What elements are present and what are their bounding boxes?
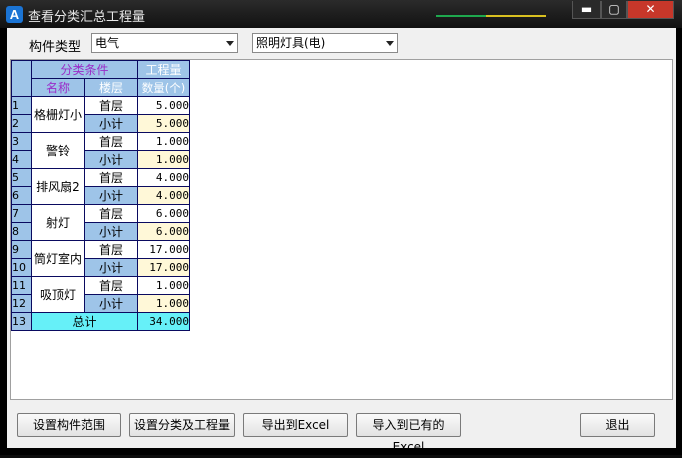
category-dropdown[interactable]: 电气 [91,33,238,53]
item-name-cell[interactable]: 排风扇2 [31,168,85,205]
row-number[interactable]: 12 [11,294,32,313]
summary-grid-panel[interactable]: 分类条件 工程量 名称 楼层 数量(个) 1 格栅灯小 首层 5.000 2 小… [10,59,673,400]
subtotal-label-cell[interactable]: 小计 [84,258,138,277]
quantity-cell[interactable]: 17.000 [137,240,190,259]
category-dropdown-value: 电气 [95,36,120,50]
table-row[interactable]: 11 吸顶灯 首层 1.000 [11,276,190,313]
header-floor: 楼层 [84,78,138,97]
chevron-down-icon [386,41,394,46]
floor-cell[interactable]: 首层 [84,204,138,223]
floor-cell[interactable]: 首层 [84,132,138,151]
export-excel-button[interactable]: 导出到Excel [243,413,348,437]
row-number[interactable]: 10 [11,258,32,277]
table-row[interactable]: 9 筒灯室内 首层 17.000 [11,240,190,277]
dialog-window: A 查看分类汇总工程量 ▬ ▢ ✕ 构件类型 电气 照明灯具(电) 分类条件 工… [0,0,682,455]
row-number[interactable]: 13 [11,312,32,331]
row-number[interactable]: 5 [11,168,32,187]
subtotal-quantity-cell[interactable]: 6.000 [137,222,190,241]
set-component-range-button[interactable]: 设置构件范围 [17,413,121,437]
row-number[interactable]: 8 [11,222,32,241]
quantity-cell[interactable]: 4.000 [137,168,190,187]
background-cad-line [436,15,486,17]
component-type-label: 构件类型 [29,40,82,55]
row-number[interactable]: 7 [11,204,32,223]
subtotal-quantity-cell[interactable]: 4.000 [137,186,190,205]
subtotal-quantity-cell[interactable]: 1.000 [137,150,190,169]
row-number[interactable]: 6 [11,186,32,205]
row-number[interactable]: 11 [11,276,32,295]
background-cad-line [486,15,546,17]
row-number[interactable]: 3 [11,132,32,151]
window-title: 查看分类汇总工程量 [28,10,146,25]
header-count: 数量(个) [137,78,190,97]
subtotal-quantity-cell[interactable]: 5.000 [137,114,190,133]
minimize-button[interactable]: ▬ [572,1,601,19]
item-name-cell[interactable]: 警铃 [31,132,85,169]
import-existing-excel-button[interactable]: 导入到已有的Excel [356,413,461,454]
table-row[interactable]: 7 射灯 首层 6.000 [11,204,190,241]
subcategory-dropdown[interactable]: 照明灯具(电) [252,33,398,53]
quantity-cell[interactable]: 1.000 [137,276,190,295]
title-bar[interactable]: A 查看分类汇总工程量 ▬ ▢ ✕ [0,0,682,28]
app-logo-icon: A [6,6,23,23]
subtotal-label-cell[interactable]: 小计 [84,114,138,133]
floor-cell[interactable]: 首层 [84,168,138,187]
subtotal-label-cell[interactable]: 小计 [84,294,138,313]
quantity-cell[interactable]: 1.000 [137,132,190,151]
header-group-condition: 分类条件 [31,60,138,79]
item-name-cell[interactable]: 筒灯室内 [31,240,85,277]
set-category-quantity-button[interactable]: 设置分类及工程量 [129,413,235,437]
maximize-button[interactable]: ▢ [601,1,627,19]
floor-cell[interactable]: 首层 [84,240,138,259]
total-quantity-cell[interactable]: 34.000 [137,312,190,331]
total-row[interactable]: 13 总计 34.000 [11,312,190,331]
header-name: 名称 [31,78,85,97]
subtotal-label-cell[interactable]: 小计 [84,150,138,169]
grid-corner-cell[interactable] [11,60,32,97]
row-number[interactable]: 2 [11,114,32,133]
floor-cell[interactable]: 首层 [84,276,138,295]
table-row[interactable]: 1 格栅灯小 首层 5.000 [11,96,190,133]
quantity-cell[interactable]: 6.000 [137,204,190,223]
close-button[interactable]: ✕ [627,1,674,19]
row-number[interactable]: 4 [11,150,32,169]
chevron-down-icon [226,41,234,46]
header-quantity: 工程量 [137,60,190,79]
subtotal-quantity-cell[interactable]: 17.000 [137,258,190,277]
table-row[interactable]: 5 排风扇2 首层 4.000 [11,168,190,205]
table-row[interactable]: 3 警铃 首层 1.000 [11,132,190,169]
subcategory-dropdown-value: 照明灯具(电) [256,36,326,50]
floor-cell[interactable]: 首层 [84,96,138,115]
item-name-cell[interactable]: 吸顶灯 [31,276,85,313]
dialog-body: 构件类型 电气 照明灯具(电) 分类条件 工程量 名称 楼层 数量(个) 1 格… [7,28,676,454]
exit-button[interactable]: 退出 [580,413,655,437]
item-name-cell[interactable]: 射灯 [31,204,85,241]
quantity-cell[interactable]: 5.000 [137,96,190,115]
item-name-cell[interactable]: 格栅灯小 [31,96,85,133]
subtotal-label-cell[interactable]: 小计 [84,222,138,241]
total-label-cell[interactable]: 总计 [31,312,138,331]
summary-table: 分类条件 工程量 名称 楼层 数量(个) 1 格栅灯小 首层 5.000 2 小… [11,60,190,331]
subtotal-label-cell[interactable]: 小计 [84,186,138,205]
subtotal-quantity-cell[interactable]: 1.000 [137,294,190,313]
row-number[interactable]: 1 [11,96,32,115]
row-number[interactable]: 9 [11,240,32,259]
